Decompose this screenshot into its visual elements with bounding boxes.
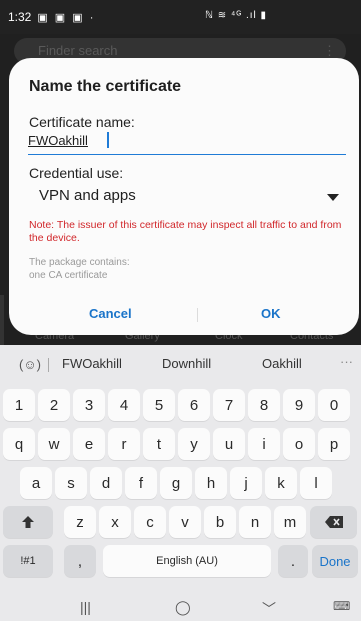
package-value: one CA certificate xyxy=(29,270,108,281)
key-8[interactable]: 8 xyxy=(248,389,280,421)
key-z[interactable]: z xyxy=(64,506,96,538)
backspace-key[interactable] xyxy=(310,506,357,538)
suggestion-bar: (☺) FWOakhill Downhill Oakhill ··· xyxy=(0,345,361,383)
recents-icon[interactable]: ||| xyxy=(80,599,91,615)
key-d[interactable]: d xyxy=(90,467,122,499)
key-7[interactable]: 7 xyxy=(213,389,245,421)
symbols-key[interactable]: !#1 xyxy=(3,545,53,577)
key-w[interactable]: w xyxy=(38,428,70,460)
credential-use-dropdown[interactable]: VPN and apps xyxy=(39,184,339,210)
shift-key[interactable] xyxy=(3,506,53,538)
certificate-name-label: Certificate name: xyxy=(29,114,135,130)
key-h[interactable]: h xyxy=(195,467,227,499)
key-u[interactable]: u xyxy=(213,428,245,460)
key-a[interactable]: a xyxy=(20,467,52,499)
package-label: The package contains: xyxy=(29,257,130,268)
ok-button[interactable]: OK xyxy=(261,306,281,321)
shift-icon xyxy=(22,516,34,528)
credential-use-label: Credential use: xyxy=(29,165,124,181)
package-contents: The package contains: one CA certificate xyxy=(29,256,130,282)
key-f[interactable]: f xyxy=(125,467,157,499)
keyboard-icon[interactable]: ⌨ xyxy=(333,599,350,613)
notification-icons: ▣ ▣ ▣ · xyxy=(37,11,96,24)
key-v[interactable]: v xyxy=(169,506,201,538)
home-icon[interactable]: ◯ xyxy=(175,599,191,616)
done-key[interactable]: Done xyxy=(312,545,358,577)
text-cursor xyxy=(107,132,109,148)
key-j[interactable]: j xyxy=(230,467,262,499)
key-y[interactable]: y xyxy=(178,428,210,460)
suggestion-2[interactable]: Downhill xyxy=(162,356,211,371)
key-t[interactable]: t xyxy=(143,428,175,460)
key-p[interactable]: p xyxy=(318,428,350,460)
on-screen-keyboard: (☺) FWOakhill Downhill Oakhill ··· 1 2 3… xyxy=(0,345,361,621)
key-r[interactable]: r xyxy=(108,428,140,460)
suggestion-divider xyxy=(48,358,49,372)
credential-use-value: VPN and apps xyxy=(39,187,136,204)
key-s[interactable]: s xyxy=(55,467,87,499)
key-6[interactable]: 6 xyxy=(178,389,210,421)
key-0[interactable]: 0 xyxy=(318,389,350,421)
status-bar: 1:32 ▣ ▣ ▣ · ℕ ≋ ⁴ᴳ .ıl ▮ xyxy=(0,0,361,34)
more-suggestions-icon[interactable]: ··· xyxy=(340,354,353,369)
key-5[interactable]: 5 xyxy=(143,389,175,421)
comma-key[interactable]: , xyxy=(64,545,96,577)
suggestion-1[interactable]: FWOakhill xyxy=(62,356,122,371)
key-x[interactable]: x xyxy=(99,506,131,538)
key-4[interactable]: 4 xyxy=(108,389,140,421)
key-i[interactable]: i xyxy=(248,428,280,460)
key-l[interactable]: l xyxy=(300,467,332,499)
key-q[interactable]: q xyxy=(3,428,35,460)
back-icon[interactable]: ﹀ xyxy=(262,599,276,619)
key-1[interactable]: 1 xyxy=(3,389,35,421)
space-key[interactable]: English (AU) xyxy=(103,545,271,577)
key-e[interactable]: e xyxy=(73,428,105,460)
status-time: 1:32 xyxy=(8,10,32,24)
issuer-warning-note: Note: The issuer of this certificate may… xyxy=(29,219,342,244)
button-divider xyxy=(197,308,198,322)
dialog-title: Name the certificate xyxy=(29,78,182,95)
emoji-icon[interactable]: (☺) xyxy=(19,357,41,372)
period-key[interactable]: . xyxy=(278,545,308,577)
certificate-name-value: FWOakhill xyxy=(28,133,88,148)
key-n[interactable]: n xyxy=(239,506,271,538)
key-b[interactable]: b xyxy=(204,506,236,538)
key-2[interactable]: 2 xyxy=(38,389,70,421)
key-g[interactable]: g xyxy=(160,467,192,499)
navigation-bar: ||| ◯ ﹀ ⌨ xyxy=(0,593,361,621)
dropdown-arrow-icon xyxy=(327,194,339,201)
name-certificate-dialog: Name the certificate Certificate name: F… xyxy=(9,58,359,335)
key-m[interactable]: m xyxy=(274,506,306,538)
key-9[interactable]: 9 xyxy=(283,389,315,421)
key-c[interactable]: c xyxy=(134,506,166,538)
key-o[interactable]: o xyxy=(283,428,315,460)
background-search-placeholder: Finder search xyxy=(38,43,118,58)
key-k[interactable]: k xyxy=(265,467,297,499)
backspace-icon xyxy=(324,516,343,528)
signal-icons: ℕ ≋ ⁴ᴳ .ıl ▮ xyxy=(205,10,268,21)
key-3[interactable]: 3 xyxy=(73,389,105,421)
cancel-button[interactable]: Cancel xyxy=(89,306,132,321)
suggestion-3[interactable]: Oakhill xyxy=(262,356,302,371)
